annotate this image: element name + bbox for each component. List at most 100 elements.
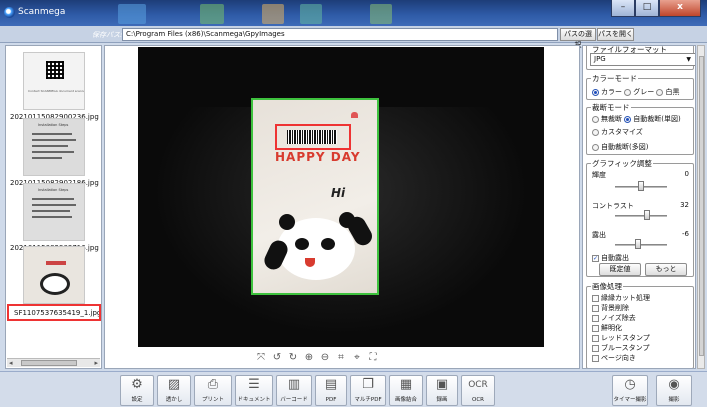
crop-mode-row: 自動裁断(多図) xyxy=(592,142,648,152)
file-format-group: ファイルフォーマット JPG ▼ xyxy=(586,46,695,70)
pdf-button[interactable]: ▤ PDF xyxy=(315,375,347,406)
processing-checkbox[interactable] xyxy=(592,324,599,332)
title-decoration xyxy=(370,4,392,24)
horizontal-scrollbar[interactable]: ◂ ▸ xyxy=(7,358,100,367)
timer-capture-button[interactable]: ◷ タイマー撮影 xyxy=(612,375,648,406)
close-button[interactable]: x xyxy=(659,0,701,17)
radio-auto-crop-single-label: 自動裁断(単図) xyxy=(633,115,681,123)
more-button[interactable]: もっと xyxy=(645,263,687,276)
toolbar-label: PDF xyxy=(325,397,337,403)
print-button[interactable]: ⎙ プリント xyxy=(194,375,232,406)
scroll-left-icon[interactable]: ◂ xyxy=(9,359,13,367)
exposure-label: 露出 xyxy=(592,231,606,239)
toolbar-label: タイマー撮影 xyxy=(613,397,647,403)
settings-scrollbar[interactable] xyxy=(697,45,705,369)
toolbar-label: ドキュメント xyxy=(237,397,271,403)
multi-pdf-button[interactable]: ❐ マルチPDF xyxy=(350,375,386,406)
settings-button[interactable]: ⚙ 設定 xyxy=(120,375,154,406)
open-path-button[interactable]: パスを開く xyxy=(597,28,634,41)
ocr-button[interactable]: OCR OCR xyxy=(461,375,495,406)
file-format-select[interactable]: JPG ▼ xyxy=(590,53,695,66)
text-line xyxy=(32,133,72,135)
crop-mode-label: 裁断モード xyxy=(591,102,631,113)
crop-icon[interactable]: ⌗ xyxy=(335,352,347,364)
thumbnail-list[interactable]: Contact SCANMEGA document scanner 202101… xyxy=(5,45,102,369)
radio-customize[interactable] xyxy=(592,128,599,136)
processing-option-label: ページ向き xyxy=(601,354,636,362)
video-button[interactable]: ▣ 録画 xyxy=(426,375,458,406)
radio-color[interactable] xyxy=(592,88,599,96)
radio-no-crop-label: 無裁断 xyxy=(601,115,622,123)
minimize-button[interactable]: – xyxy=(611,0,635,17)
radio-no-crop[interactable] xyxy=(592,115,599,123)
auto-exposure-row: ✓ 自動露出 xyxy=(592,253,629,263)
toolbar-label: マルチPDF xyxy=(354,397,382,403)
exposure-slider-knob[interactable] xyxy=(634,239,641,249)
maximize-button[interactable]: □ xyxy=(635,0,659,17)
processing-option-label: ノイズ除去 xyxy=(601,314,636,322)
qr-code-icon xyxy=(46,61,64,79)
radio-gray[interactable] xyxy=(624,88,632,96)
zoom-in-icon[interactable]: ⊕ xyxy=(303,352,315,364)
radio-auto-crop-single[interactable] xyxy=(624,115,632,123)
auto-exposure-checkbox[interactable]: ✓ xyxy=(592,254,599,262)
highlight-box xyxy=(275,124,351,150)
scroll-right-icon[interactable]: ▸ xyxy=(94,359,98,367)
text-line xyxy=(32,157,62,159)
toolbar-label: 設定 xyxy=(131,397,143,403)
window-title: Scanmega xyxy=(18,7,66,17)
watermark-button[interactable]: ▨ 透かし xyxy=(157,375,191,406)
fit-icon[interactable]: ⤧ xyxy=(255,352,267,364)
contrast-slider-knob[interactable] xyxy=(644,210,651,220)
text-line xyxy=(32,210,70,212)
printer-icon: ⎙ xyxy=(207,377,219,392)
color-mode-label: カラーモード xyxy=(591,73,638,84)
rotate-right-icon[interactable]: ↻ xyxy=(287,352,299,364)
scrollbar-thumb[interactable] xyxy=(699,56,704,356)
image-merge-button[interactable]: ▦ 画像結合 xyxy=(389,375,423,406)
brightness-slider-knob[interactable] xyxy=(638,181,644,191)
contrast-slider[interactable] xyxy=(615,215,667,217)
text-line xyxy=(32,145,68,147)
save-path-field[interactable]: C:\Program Files (x86)\Scanmega\GpyImage… xyxy=(122,28,558,41)
processing-checkbox[interactable] xyxy=(592,344,599,352)
processing-option: 背景削除 xyxy=(592,303,629,313)
processing-checkbox[interactable] xyxy=(592,334,599,342)
radio-bw[interactable] xyxy=(656,88,664,96)
preview-viewer[interactable]: HAPPY DAY Hi ⤧ ↺ ↻ ⊕ ⊖ ⌗ ⌖ ⛶ xyxy=(104,45,580,369)
image-processing-label: 画像処理 xyxy=(591,281,623,292)
exposure-slider[interactable] xyxy=(615,244,667,246)
title-decoration xyxy=(118,4,146,24)
scrollbar-thumb[interactable] xyxy=(21,360,77,366)
hi-text: Hi xyxy=(331,186,346,200)
brightness-value: 0 xyxy=(684,170,689,178)
default-button[interactable]: 既定値 xyxy=(599,263,641,276)
timer-icon: ◷ xyxy=(624,377,636,392)
thumbnail-image: Installation Steps xyxy=(23,183,85,241)
title-decoration xyxy=(300,4,322,24)
zoom-out-icon[interactable]: ⊖ xyxy=(319,352,331,364)
center-icon[interactable]: ⌖ xyxy=(351,352,363,364)
expand-icon[interactable]: ⛶ xyxy=(367,352,379,364)
text-line xyxy=(32,151,74,153)
document-icon: ☰ xyxy=(248,377,260,392)
text-line xyxy=(32,204,76,206)
text-line xyxy=(32,139,76,141)
rotate-left-icon[interactable]: ↺ xyxy=(271,352,283,364)
text-line xyxy=(32,198,74,200)
processing-checkbox[interactable] xyxy=(592,354,599,362)
merge-icon: ▦ xyxy=(399,377,413,392)
highlight-box xyxy=(7,304,101,321)
camera-icon: ◉ xyxy=(668,377,680,392)
radio-auto-crop-multi[interactable] xyxy=(592,143,599,151)
processing-checkbox[interactable] xyxy=(592,304,599,312)
barcode-button[interactable]: ▥ バーコード xyxy=(276,375,312,406)
processing-checkbox[interactable] xyxy=(592,314,599,322)
document-button[interactable]: ☰ ドキュメント xyxy=(235,375,273,406)
select-path-button[interactable]: パスの選択 xyxy=(560,28,596,49)
thumbnail-text-mark xyxy=(46,261,66,265)
processing-option-label: ブルースタンプ xyxy=(601,344,650,352)
capture-button[interactable]: ◉ 撮影 xyxy=(656,375,692,406)
processing-checkbox[interactable] xyxy=(592,294,599,302)
thumbnail-image: Contact SCANMEGA document scanner xyxy=(23,52,85,110)
